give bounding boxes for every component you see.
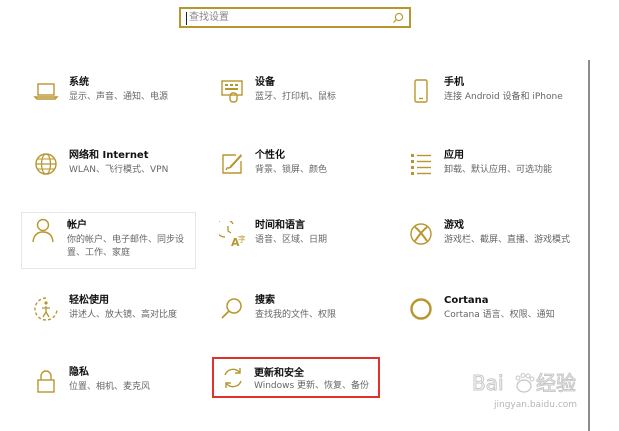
tile-description: 背景、锁屏、颜色 <box>255 165 328 175</box>
tile-description: 语音、区域、日期 <box>255 235 328 245</box>
tile-description: Windows 更新、恢复、备份 <box>254 381 370 391</box>
sync-icon <box>224 368 242 388</box>
tile-description: 连接 Android 设备和 iPhone <box>444 92 563 102</box>
tile-description: Cortana 语言、权限、通知 <box>444 310 555 320</box>
tile-title: 设备 <box>255 77 275 88</box>
tile-description: 卸载、默认应用、可选功能 <box>444 165 553 175</box>
laptop-icon <box>33 83 59 100</box>
tile-privacy[interactable]: 隐私 位置、相机、麦克风 <box>24 362 199 418</box>
tile-gaming[interactable]: 游戏 游戏栏、截屏、直播、游戏模式 <box>399 215 574 271</box>
tile-ease-of-access[interactable]: 轻松使用 讲述人、放大镜、高对比度 <box>24 290 199 346</box>
tile-title: 隐私 <box>69 367 89 378</box>
tile-personalization[interactable]: 个性化 背景、锁屏、颜色 <box>210 145 385 201</box>
paint-icon <box>222 154 242 174</box>
tile-description: 讲述人、放大镜、高对比度 <box>69 310 178 320</box>
search-input[interactable]: 查找设置 <box>179 7 411 28</box>
apps-list-icon <box>411 154 431 175</box>
tile-title: 轻松使用 <box>69 295 109 306</box>
search-placeholder: 查找设置 <box>189 12 229 23</box>
baidu-logo-icon: Bai 经验 <box>472 371 577 396</box>
globe-icon <box>35 153 57 175</box>
tile-title: 手机 <box>444 77 464 88</box>
text-caret <box>186 12 187 25</box>
svg-text:字: 字 <box>238 234 245 244</box>
svg-text:经验: 经验 <box>536 371 576 395</box>
devices-icon <box>221 80 243 103</box>
tile-apps[interactable]: 应用 卸载、默认应用、可选功能 <box>399 145 574 201</box>
cortana-icon <box>410 298 432 320</box>
tile-network[interactable]: 网络和 Internet WLAN、飞行模式、VPN <box>24 145 199 201</box>
tile-time-language[interactable]: A 字 时间和语言 语音、区域、日期 <box>210 215 385 271</box>
tile-title: 帐户 <box>67 220 87 231</box>
watermark-url: jingyan.baidu.com <box>494 400 578 410</box>
tile-title: 系统 <box>69 77 89 88</box>
tile-description: 显示、声音、通知、电源 <box>69 92 169 102</box>
tile-phone[interactable]: 手机 连接 Android 设备和 iPhone <box>399 72 574 128</box>
phone-icon <box>414 79 428 103</box>
baidu-jingyan-watermark: Bai 经验 jingyan.baidu.com <box>468 366 588 414</box>
svg-text:Bai: Bai <box>472 371 504 395</box>
person-icon <box>32 218 54 243</box>
tile-title: 更新和安全 <box>254 368 304 379</box>
tile-title: 时间和语言 <box>255 220 305 231</box>
ease-of-access-icon <box>34 297 58 321</box>
search-icon[interactable] <box>391 11 405 25</box>
tile-search[interactable]: 搜索 查找我的文件、权限 <box>210 290 385 346</box>
tile-cortana[interactable]: Cortana Cortana 语言、权限、通知 <box>399 290 574 346</box>
tile-title: 个性化 <box>255 150 285 161</box>
tile-title: 游戏 <box>444 220 464 231</box>
tile-accounts[interactable]: 帐户 你的帐户、电子邮件、同步设置、工作、家庭 <box>21 212 196 269</box>
xbox-icon <box>410 223 432 245</box>
tile-description: WLAN、飞行模式、VPN <box>69 165 169 175</box>
tile-description: 你的帐户、电子邮件、同步设置、工作、家庭 <box>67 235 185 258</box>
tile-title: Cortana <box>444 295 489 306</box>
tile-description: 蓝牙、打印机、鼠标 <box>255 92 337 102</box>
tile-title: 网络和 Internet <box>69 150 149 161</box>
tile-update-security[interactable]: 更新和安全 Windows 更新、恢复、备份 <box>212 357 380 398</box>
tile-title: 应用 <box>444 150 464 161</box>
tile-system[interactable]: 系统 显示、声音、通知、电源 <box>24 72 199 128</box>
time-language-icon: A 字 <box>219 221 245 247</box>
search-magnifier-icon <box>221 298 242 319</box>
tile-title: 搜索 <box>255 295 275 306</box>
tile-devices[interactable]: 设备 蓝牙、打印机、鼠标 <box>210 72 385 128</box>
tile-description: 查找我的文件、权限 <box>255 310 337 320</box>
tile-description: 位置、相机、麦克风 <box>69 382 151 392</box>
lock-icon <box>37 370 55 393</box>
tile-description: 游戏栏、截屏、直播、游戏模式 <box>444 235 571 245</box>
scrollbar[interactable] <box>588 60 590 431</box>
